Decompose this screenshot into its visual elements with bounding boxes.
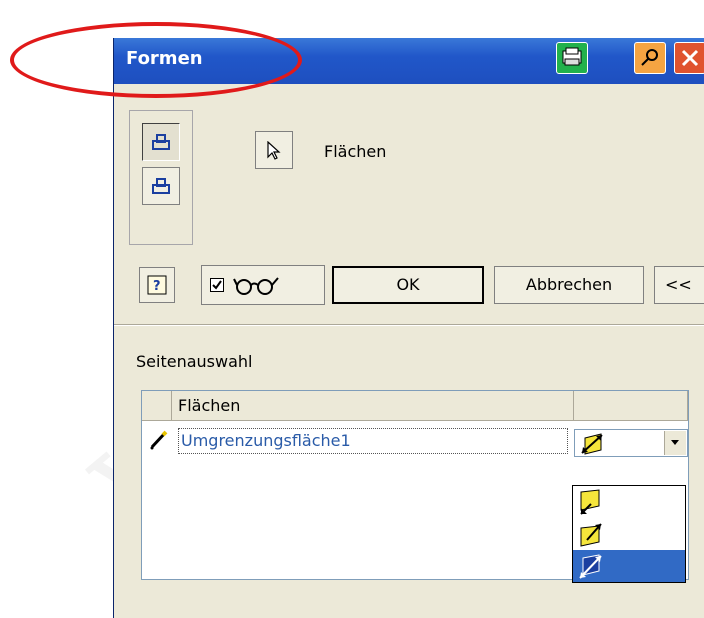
help-button[interactable]: ?	[139, 267, 175, 303]
cursor-arrow-icon	[267, 141, 281, 160]
help-icon: ?	[147, 275, 167, 295]
direction-dropdown-list	[572, 485, 686, 583]
direction-combo[interactable]	[574, 429, 688, 457]
ok-button[interactable]: OK	[332, 266, 484, 304]
surface-mode-button-1[interactable]	[142, 123, 180, 161]
collapse-button[interactable]: <<	[654, 266, 704, 304]
face-name[interactable]: Umgrenzungsfläche1	[178, 428, 568, 454]
column-header-status	[142, 391, 172, 421]
print-icon[interactable]	[556, 42, 588, 74]
section-label: Seitenauswahl	[136, 352, 253, 371]
preview-checkbox[interactable]	[210, 278, 224, 292]
divider	[114, 324, 704, 326]
surface-mode-button-2[interactable]	[142, 167, 180, 205]
preview-toggle[interactable]	[201, 265, 325, 305]
highlight-annotation	[10, 22, 302, 98]
dropdown-option-outward[interactable]	[573, 486, 685, 518]
table-row[interactable]: Umgrenzungsfläche1	[142, 423, 688, 457]
column-header-faces[interactable]: Flächen	[172, 391, 574, 421]
formen-dialog: Formen Flächen ? OK Abbrechen << Seitena…	[113, 38, 704, 618]
pencil-icon	[150, 430, 168, 450]
checkmark-icon	[212, 280, 222, 290]
direction-both-icon	[579, 554, 602, 579]
direction-both-icon	[581, 433, 603, 455]
svg-text:?: ?	[153, 279, 161, 294]
direction-inward-icon	[580, 523, 602, 547]
surface-mode-group	[129, 110, 193, 245]
pin-icon[interactable]	[634, 42, 666, 74]
close-icon[interactable]	[674, 42, 704, 74]
glasses-icon	[233, 277, 279, 295]
dropdown-option-inward[interactable]	[573, 518, 685, 550]
cancel-button[interactable]: Abbrechen	[494, 266, 644, 304]
column-header-direction	[574, 391, 688, 421]
direction-outward-icon	[580, 489, 600, 515]
surface-icon	[152, 178, 170, 194]
surface-icon	[152, 134, 170, 150]
faces-selection-label: Flächen	[324, 142, 387, 161]
chevron-down-icon[interactable]	[664, 431, 686, 455]
select-faces-button[interactable]	[255, 131, 293, 169]
dropdown-option-both[interactable]	[573, 550, 685, 582]
